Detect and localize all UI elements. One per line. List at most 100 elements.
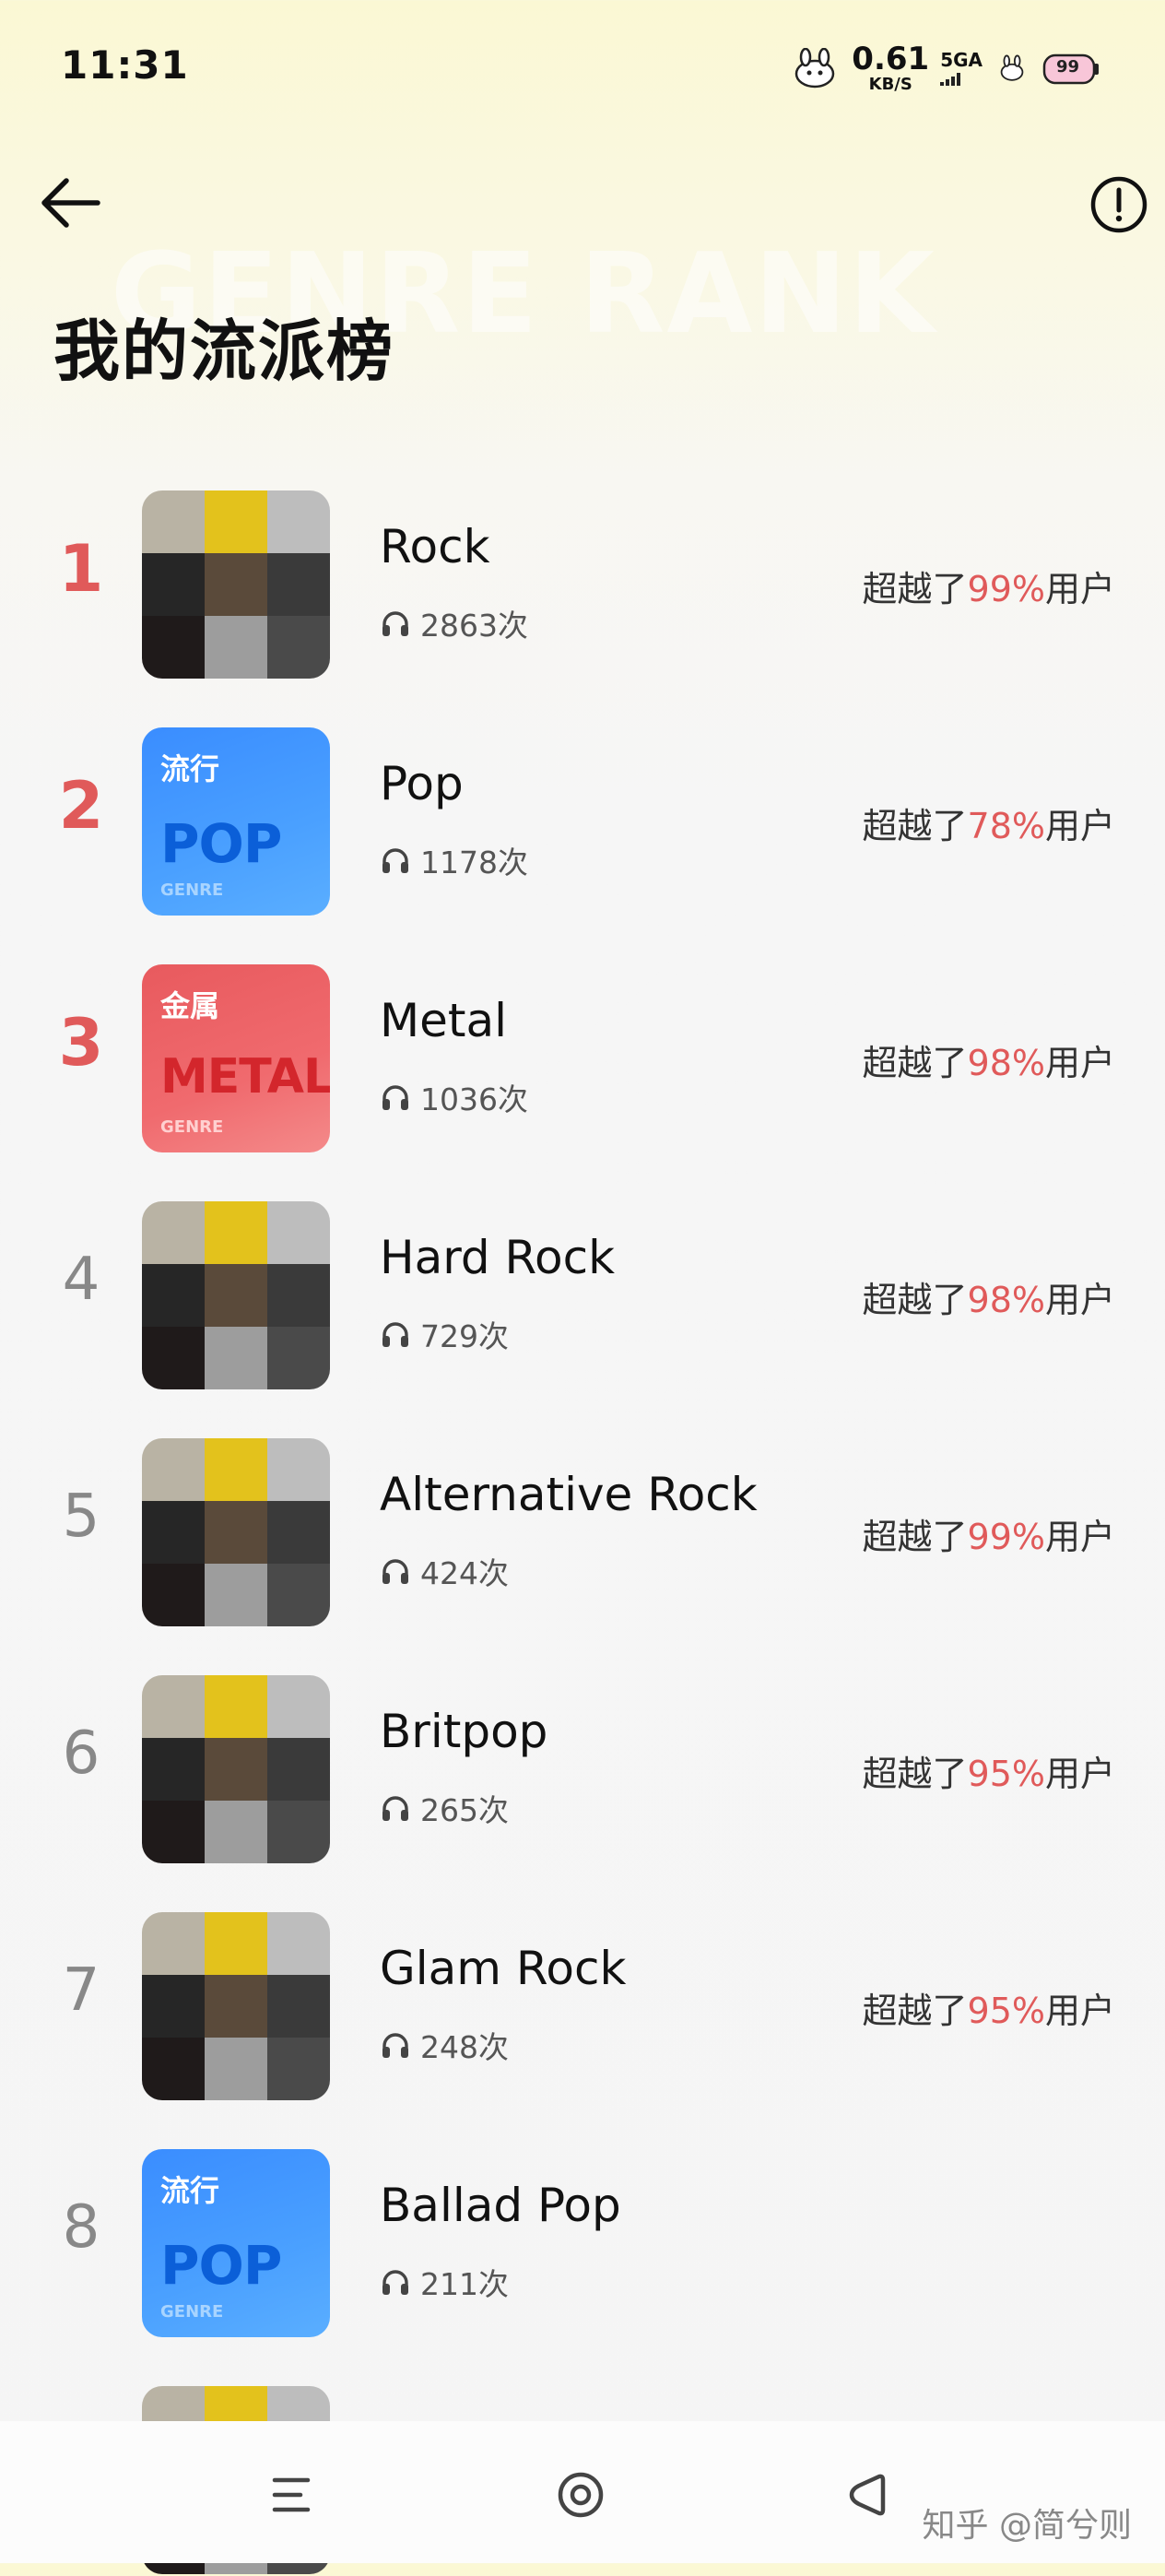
beat-suffix: 用户 [1044,1280,1115,1320]
album-tile [142,1438,205,1501]
album-tile [267,1327,330,1389]
beat-prefix: 超越了 [862,569,968,609]
album-tile [267,1201,330,1264]
genre-cover [142,1201,330,1389]
album-tile [267,1564,330,1626]
genre-card-chinese-label: 金属 [160,988,220,1023]
play-count-value: 2863次 [420,608,528,644]
genre-cover [142,1675,330,1863]
signal-bars-icon [940,73,961,86]
beat-prefix: 超越了 [862,1043,968,1083]
genre-card-english-label: METAL [160,1049,330,1105]
album-tile [142,553,205,616]
back-triangle-icon [849,2474,886,2516]
genre-row[interactable]: 5 Alternative Rock 424次 超越了99%用户 [0,1425,1165,1628]
album-tile [142,1264,205,1327]
album-tile [142,1201,205,1264]
album-tile [267,1975,330,2038]
album-tile [142,1975,205,2038]
beat-users-text: 超越了99%用户 [863,561,1116,611]
genre-row[interactable]: 1 Rock 2863次 超越了99%用户 [0,478,1165,680]
play-count-value: 265次 [420,1792,509,1828]
rank-number: 1 [58,531,104,607]
album-tile [142,1912,205,1975]
genre-row[interactable]: 4 Hard Rock 729次 超越了98%用户 [0,1188,1165,1391]
genre-card-chinese-label: 流行 [160,2173,220,2208]
rank-number: 8 [62,2193,100,2262]
genre-cover: 流行 POP GENRE [142,2149,330,2337]
album-tile [142,2038,205,2100]
back-nav-button[interactable] [830,2458,903,2532]
genre-name: Alternative Rock [380,1468,758,1521]
genre-row[interactable]: 3 金属 METAL GENRE Metal 1036次 超越了98%用户 [0,951,1165,1154]
beat-suffix: 用户 [1044,1043,1115,1083]
beat-percent: 95% [967,1991,1045,2031]
genre-cover [142,490,330,679]
battery-icon: 99 [1041,50,1100,87]
album-tile [205,1264,267,1327]
genre-row[interactable]: 2 流行 POP GENRE Pop 1178次 超越了78%用户 [0,715,1165,917]
genre-cover: 流行 POP GENRE [142,727,330,916]
play-count: 729次 [380,1312,509,1356]
album-tile [142,490,205,553]
album-tile [205,1438,267,1501]
album-tile [267,2038,330,2100]
status-icons: 0.61 KB/S 5GA 99 [789,42,1100,94]
album-tile [205,1501,267,1564]
pop-genre-card: 流行 POP GENRE [142,2149,330,2337]
info-button[interactable] [1088,173,1150,236]
genre-card-chinese-label: 流行 [160,751,220,786]
genre-card-caption: GENRE [160,880,224,900]
genre-name: Britpop [380,1705,548,1758]
genre-card-english-label: POP [160,2234,282,2297]
genre-row[interactable]: 8 流行 POP GENRE Ballad Pop 211次 [0,2136,1165,2339]
home-button[interactable] [544,2458,618,2532]
album-tile [267,1264,330,1327]
genre-row[interactable]: 6 Britpop 265次 超越了95%用户 [0,1662,1165,1865]
genre-card-caption: GENRE [160,1117,224,1137]
menu-button[interactable] [254,2458,328,2532]
beat-users-text: 超越了98%用户 [863,1271,1116,1322]
beat-percent: 78% [967,806,1045,846]
rank-number: 6 [62,1719,100,1788]
album-tile [267,616,330,679]
genre-card-english-label: POP [160,812,282,875]
album-tile [267,1801,330,1863]
headphones-icon [382,1559,408,1584]
genre-cover [142,1912,330,2100]
album-tile [205,1675,267,1738]
genre-row[interactable]: 7 Glam Rock 248次 超越了95%用户 [0,1899,1165,2102]
beat-percent: 99% [967,569,1045,609]
play-count-value: 729次 [420,1318,509,1354]
headphones-icon [382,2033,408,2058]
beat-users-text: 超越了95%用户 [863,1982,1116,2033]
beat-prefix: 超越了 [862,1991,968,2031]
status-time: 11:31 [61,42,189,88]
beat-percent: 98% [967,1043,1045,1083]
album-tile [205,1738,267,1801]
genre-name: Ballad Pop [380,2179,621,2232]
beat-suffix: 用户 [1044,569,1115,609]
play-count-value: 211次 [420,2266,509,2302]
network-type: 5GA [940,49,983,71]
album-tile [142,1738,205,1801]
album-mosaic-image [142,490,330,679]
beat-users-text: 超越了98%用户 [863,1034,1116,1085]
home-circle-icon [558,2472,604,2518]
beat-prefix: 超越了 [862,806,968,846]
rank-number: 4 [62,1246,100,1314]
network-indicator: 5GA [940,51,983,86]
headphones-icon [382,1796,408,1821]
arrow-left-icon [41,178,100,228]
album-tile [142,1501,205,1564]
album-tile [142,616,205,679]
bunny-face-icon [1000,54,1024,81]
beat-suffix: 用户 [1044,1754,1115,1794]
bunny-sticker-icon [795,48,835,89]
back-button[interactable] [31,164,109,242]
play-count: 2863次 [380,601,528,645]
metal-genre-card: 金属 METAL GENRE [142,964,330,1152]
genre-card-caption: GENRE [160,2302,224,2322]
album-tile [267,1738,330,1801]
pop-genre-card: 流行 POP GENRE [142,727,330,916]
